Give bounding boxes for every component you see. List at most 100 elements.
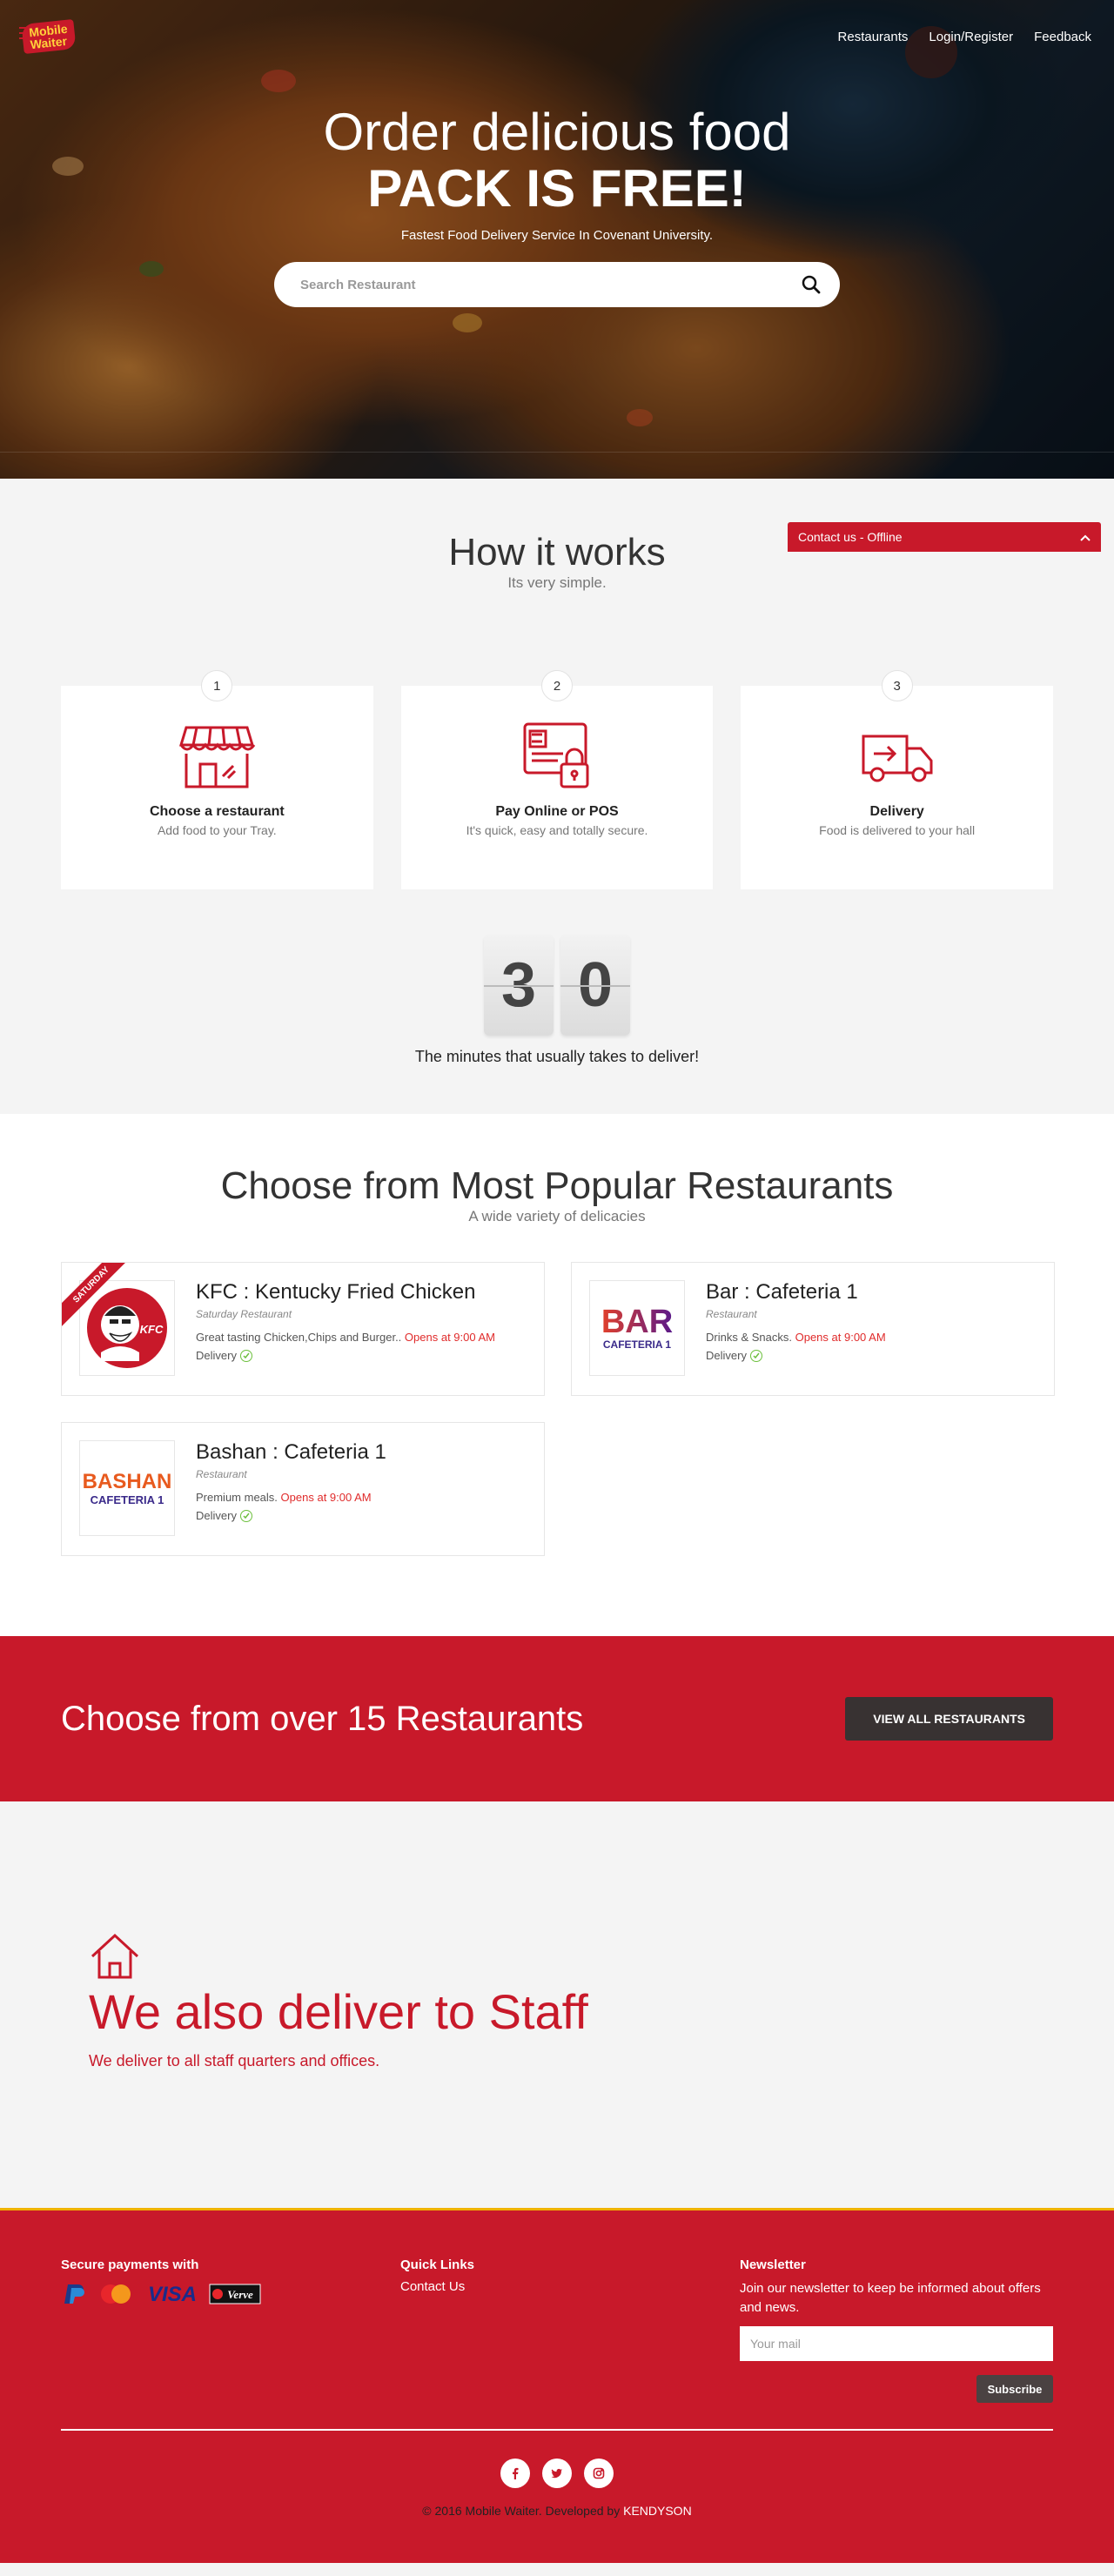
restaurant-description: Great tasting Chicken,Chips and Burger..… bbox=[196, 1331, 495, 1344]
restaurant-list: SATURDAY KFC KFC : Kentucky Fried Chicke… bbox=[0, 1262, 1114, 1556]
footer-divider bbox=[61, 2429, 1053, 2431]
how-subtitle: Its very simple. bbox=[507, 574, 607, 591]
opening-time: Opens at 9:00 AM bbox=[795, 1331, 886, 1344]
restaurant-desc-text: Premium meals. bbox=[196, 1491, 278, 1504]
newsletter-email-field[interactable] bbox=[740, 2326, 1053, 2361]
view-all-cta: Choose from over 15 Restaurants VIEW ALL… bbox=[0, 1636, 1114, 1801]
verve-icon: Verve bbox=[209, 2283, 261, 2305]
contact-us-chat-bar[interactable]: Contact us - Offline bbox=[788, 522, 1101, 552]
footer-columns: Secure payments with VISA Verve Quick Li… bbox=[61, 2257, 1053, 2403]
check-icon bbox=[239, 1509, 252, 1522]
bar-logo-subtext: CAFETERIA 1 bbox=[603, 1338, 672, 1351]
restaurant-info: KFC : Kentucky Fried Chicken Saturday Re… bbox=[196, 1280, 495, 1378]
staff-subtitle: We deliver to all staff quarters and off… bbox=[89, 2052, 380, 2070]
copyright-text: © 2016 Mobile Waiter. Developed by bbox=[422, 2504, 621, 2518]
mobile-waiter-logo[interactable]: Mobile Waiter bbox=[19, 15, 106, 58]
bar-logo-text: BAR bbox=[601, 1304, 673, 1340]
saturday-ribbon: SATURDAY bbox=[62, 1263, 140, 1341]
newsletter-text: Join our newsletter to keep be informed … bbox=[740, 2281, 1041, 2315]
secure-payment-icon bbox=[518, 719, 596, 792]
nav-feedback[interactable]: Feedback bbox=[1034, 30, 1091, 44]
verve-text: Verve bbox=[227, 2288, 253, 2301]
step-number: 1 bbox=[201, 670, 233, 701]
step-description: Food is delivered to your hall bbox=[819, 823, 976, 837]
cta-title: Choose from over 15 Restaurants bbox=[61, 1699, 584, 1738]
facebook-icon[interactable] bbox=[500, 2459, 530, 2488]
bashan-logo-subtext: CAFETERIA 1 bbox=[91, 1493, 164, 1506]
how-it-works-section: Contact us - Offline How it works Its ve… bbox=[0, 479, 1114, 1114]
mastercard-icon bbox=[96, 2283, 136, 2305]
check-icon bbox=[239, 1349, 252, 1362]
opening-time: Opens at 9:00 AM bbox=[404, 1331, 495, 1344]
logo-line2: Waiter bbox=[30, 33, 68, 52]
opening-time: Opens at 9:00 AM bbox=[280, 1491, 372, 1504]
nav-login-register[interactable]: Login/Register bbox=[929, 30, 1013, 44]
hero-title: Order delicious food bbox=[323, 103, 791, 161]
restaurant-description: Drinks & Snacks. Opens at 9:00 AM bbox=[706, 1331, 886, 1344]
restaurant-name[interactable]: KFC : Kentucky Fried Chicken bbox=[196, 1280, 495, 1305]
developer-link[interactable]: KENDYSON bbox=[623, 2504, 692, 2518]
paypal-icon bbox=[61, 2283, 87, 2305]
restaurant-card-kfc[interactable]: SATURDAY KFC KFC : Kentucky Fried Chicke… bbox=[61, 1262, 545, 1396]
restaurant-type: Restaurant bbox=[196, 1468, 247, 1480]
home-icon bbox=[89, 1932, 141, 1981]
popular-subtitle: A wide variety of delicacies bbox=[468, 1208, 646, 1224]
logo-badge: Mobile Waiter bbox=[21, 18, 77, 55]
social-links bbox=[61, 2459, 1053, 2488]
copyright: © 2016 Mobile Waiter. Developed by KENDY… bbox=[61, 2504, 1053, 2518]
step-title: Delivery bbox=[869, 804, 924, 819]
restaurant-card-bashan[interactable]: BASHAN CAFETERIA 1 Bashan : Cafeteria 1 … bbox=[61, 1422, 545, 1556]
counter-digit: 0 bbox=[560, 935, 630, 1036]
restaurant-name[interactable]: Bar : Cafeteria 1 bbox=[706, 1280, 886, 1305]
hero-subtitle: Fastest Food Delivery Service In Covenan… bbox=[400, 228, 714, 243]
restaurant-name[interactable]: Bashan : Cafeteria 1 bbox=[196, 1440, 386, 1465]
restaurant-card-bar[interactable]: BAR CAFETERIA 1 Bar : Cafeteria 1 Restau… bbox=[571, 1262, 1055, 1396]
check-icon bbox=[749, 1349, 762, 1362]
footer-quick-links: Quick Links Contact Us bbox=[400, 2257, 740, 2403]
payment-methods: VISA Verve bbox=[61, 2283, 400, 2305]
restaurant-info: Bar : Cafeteria 1 Restaurant Drinks & Sn… bbox=[706, 1280, 886, 1378]
hero-divider bbox=[0, 452, 1114, 453]
footer-newsletter: Newsletter Join our newsletter to keep b… bbox=[740, 2257, 1053, 2403]
delivery-label: Delivery bbox=[706, 1349, 747, 1362]
delivery-available: Delivery bbox=[196, 1509, 386, 1522]
search-input[interactable] bbox=[300, 277, 800, 292]
staff-delivery-section: We also deliver to Staff We deliver to a… bbox=[0, 1801, 1114, 2210]
restaurant-desc-text: Great tasting Chicken,Chips and Burger.. bbox=[196, 1331, 402, 1344]
visa-icon: VISA bbox=[144, 2283, 200, 2305]
hero-headline: PACK IS FREE! bbox=[367, 159, 747, 218]
top-navbar: Mobile Waiter Restaurants Login/Register… bbox=[0, 0, 1114, 73]
twitter-icon[interactable] bbox=[542, 2459, 572, 2488]
payments-title: Secure payments with bbox=[61, 2257, 199, 2272]
bar-cafeteria-logo[interactable]: BAR CAFETERIA 1 bbox=[589, 1280, 685, 1376]
step-number: 2 bbox=[541, 670, 573, 701]
popular-restaurants-section: Choose from Most Popular Restaurants A w… bbox=[0, 1114, 1114, 1636]
restaurant-type: Saturday Restaurant bbox=[196, 1308, 292, 1320]
instagram-icon[interactable] bbox=[584, 2459, 614, 2488]
restaurant-desc-text: Drinks & Snacks. bbox=[706, 1331, 792, 1344]
bashan-cafeteria-logo[interactable]: BASHAN CAFETERIA 1 bbox=[79, 1440, 175, 1536]
restaurant-info: Bashan : Cafeteria 1 Restaurant Premium … bbox=[196, 1440, 386, 1538]
search-icon[interactable] bbox=[800, 273, 822, 296]
site-footer: Secure payments with VISA Verve Quick Li… bbox=[0, 2210, 1114, 2563]
contact-us-link[interactable]: Contact Us bbox=[400, 2279, 740, 2294]
subscribe-button[interactable]: Subscribe bbox=[976, 2375, 1053, 2403]
bashan-logo-text: BASHAN bbox=[84, 1470, 171, 1493]
search-bar bbox=[274, 262, 840, 307]
chevron-up-icon[interactable] bbox=[1080, 530, 1091, 544]
counter-caption: The minutes that usually takes to delive… bbox=[414, 1048, 700, 1065]
view-all-restaurants-button[interactable]: VIEW ALL RESTAURANTS bbox=[845, 1697, 1053, 1741]
contact-bar-label: Contact us - Offline bbox=[798, 530, 903, 544]
delivery-label: Delivery bbox=[196, 1509, 237, 1522]
main-nav: Restaurants Login/Register Feedback bbox=[838, 30, 1091, 44]
steps-list: 1 Choose a restaurant Add food to your T… bbox=[0, 670, 1114, 889]
delivery-time-counter: 3 0 bbox=[0, 935, 1114, 1036]
delivery-label: Delivery bbox=[196, 1349, 237, 1362]
step-description: It's quick, easy and totally secure. bbox=[466, 823, 648, 837]
newsletter-title: Newsletter bbox=[740, 2257, 806, 2272]
quick-links-title: Quick Links bbox=[400, 2257, 475, 2272]
step-title: Pay Online or POS bbox=[495, 804, 619, 819]
nav-restaurants[interactable]: Restaurants bbox=[838, 30, 909, 44]
ribbon-label: SATURDAY bbox=[62, 1263, 135, 1328]
visa-text: VISA bbox=[148, 2283, 197, 2305]
